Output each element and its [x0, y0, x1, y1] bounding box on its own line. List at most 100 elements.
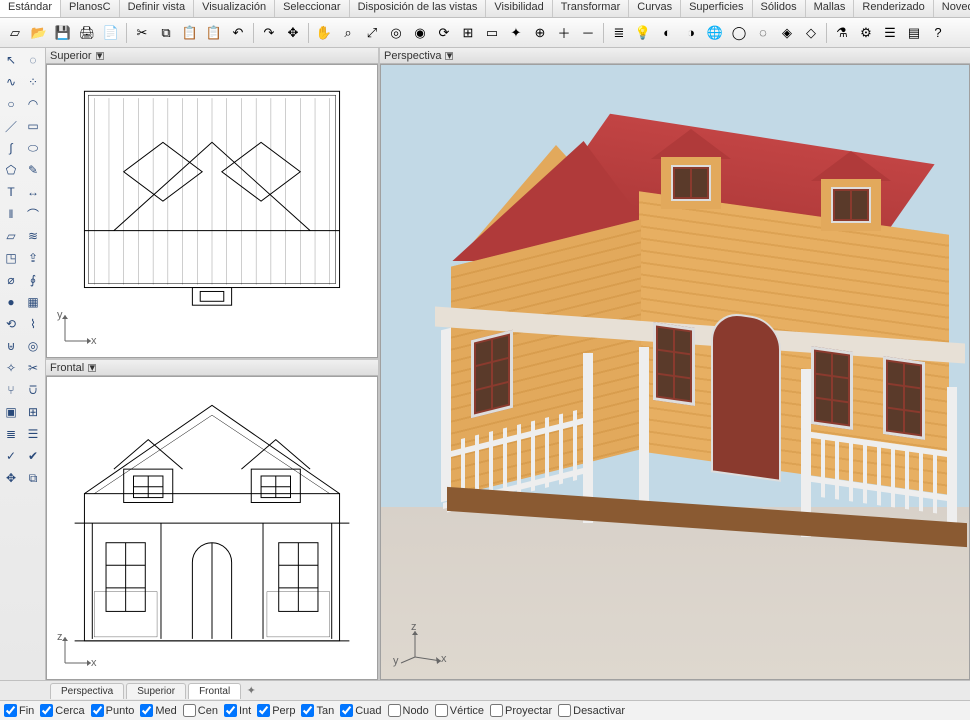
- ellipse-tool[interactable]: ⬭: [23, 138, 43, 158]
- layer-icon[interactable]: ≣: [608, 22, 630, 44]
- osnap-nodo[interactable]: Nodo: [388, 704, 429, 717]
- osnap-punto-checkbox[interactable]: [91, 704, 104, 717]
- category-tab-superficies[interactable]: Superficies: [681, 0, 752, 17]
- lasso-tool[interactable]: ◌: [23, 50, 43, 70]
- viewport-top-title[interactable]: Superior ▾: [46, 48, 378, 64]
- fillet-tool[interactable]: ⌒: [23, 204, 43, 224]
- osnap-punto[interactable]: Punto: [91, 704, 135, 717]
- category-tab-novedades-v5[interactable]: Novedades V5: [934, 0, 970, 17]
- plane-icon[interactable]: ▭: [481, 22, 503, 44]
- show-icon[interactable]: ◇: [800, 22, 822, 44]
- sweep-tool[interactable]: ∮: [23, 270, 43, 290]
- copy-icon[interactable]: ⧉: [155, 22, 177, 44]
- zoom-extents-icon[interactable]: ⤢: [361, 22, 383, 44]
- move-tool-tool[interactable]: ✥: [1, 468, 21, 488]
- open-icon[interactable]: 📂: [28, 22, 50, 44]
- paste-icon[interactable]: 📋: [179, 22, 201, 44]
- trim-tool[interactable]: ✂: [23, 358, 43, 378]
- circle-tool[interactable]: ○: [1, 94, 21, 114]
- redo-icon[interactable]: ↷: [258, 22, 280, 44]
- viewport-tab-superior[interactable]: Superior: [126, 683, 186, 699]
- pipe-tool[interactable]: ⌇: [23, 314, 43, 334]
- filter-icon[interactable]: ⚗: [831, 22, 853, 44]
- viewport-perspective-title[interactable]: Perspectiva ▾: [380, 48, 970, 64]
- explode-tool[interactable]: ✧: [1, 358, 21, 378]
- zoom-dynamic-icon[interactable]: ◎: [385, 22, 407, 44]
- category-tab-disposición-de-las-vistas[interactable]: Disposición de las vistas: [350, 0, 487, 17]
- arc-tool[interactable]: ◠: [23, 94, 43, 114]
- curve-tool[interactable]: ∫: [1, 138, 21, 158]
- compass-icon[interactable]: ✦: [505, 22, 527, 44]
- osnap-perp[interactable]: Perp: [257, 704, 295, 717]
- osnap-desactivar[interactable]: Desactivar: [558, 704, 625, 717]
- osnap-fin[interactable]: Fin: [4, 704, 34, 717]
- surface-tool[interactable]: ▱: [1, 226, 21, 246]
- polyline-tool[interactable]: ∿: [1, 72, 21, 92]
- osnap-int[interactable]: Int: [224, 704, 251, 717]
- category-tab-seleccionar[interactable]: Seleccionar: [275, 0, 349, 17]
- osnap-proyectar-checkbox[interactable]: [490, 704, 503, 717]
- zoom-target-icon[interactable]: ⊕: [529, 22, 551, 44]
- analyze-tool[interactable]: ✓: [1, 446, 21, 466]
- category-tab-planosc[interactable]: PlanosC: [61, 0, 120, 17]
- category-tab-transformar[interactable]: Transformar: [553, 0, 630, 17]
- layer-tool-tool[interactable]: ≣: [1, 424, 21, 444]
- osnap-med[interactable]: Med: [140, 704, 176, 717]
- pointer-tool[interactable]: ↖: [1, 50, 21, 70]
- array-tool[interactable]: ⊞: [23, 402, 43, 422]
- line-tool[interactable]: ／: [1, 116, 21, 136]
- category-tab-renderizado[interactable]: Renderizado: [854, 0, 933, 17]
- osnap-med-checkbox[interactable]: [140, 704, 153, 717]
- paste-special-icon[interactable]: 📋: [203, 22, 225, 44]
- category-tab-mallas[interactable]: Mallas: [806, 0, 855, 17]
- properties-tool[interactable]: ☰: [23, 424, 43, 444]
- move-icon[interactable]: ✥: [282, 22, 304, 44]
- globe-wire-icon[interactable]: ◯: [728, 22, 750, 44]
- boolean-tool[interactable]: ⊎: [1, 336, 21, 356]
- category-tab-sólidos[interactable]: Sólidos: [753, 0, 806, 17]
- osnap-cerca-checkbox[interactable]: [40, 704, 53, 717]
- print-icon[interactable]: 🖨: [76, 22, 98, 44]
- rotate-view-icon[interactable]: ⟳: [433, 22, 455, 44]
- add-viewport-tab[interactable]: ✦: [243, 684, 259, 697]
- light-icon[interactable]: 💡: [632, 22, 654, 44]
- help-icon[interactable]: ?: [927, 22, 949, 44]
- polygon-tool[interactable]: ⬠: [1, 160, 21, 180]
- osnap-vértice[interactable]: Vértice: [435, 704, 484, 717]
- osnap-tan-checkbox[interactable]: [301, 704, 314, 717]
- zoom-window-icon[interactable]: ⌕: [337, 22, 359, 44]
- globe-shade-icon[interactable]: 🌐: [704, 22, 726, 44]
- globe-ghost-icon[interactable]: ◌: [752, 22, 774, 44]
- zoom-out-icon[interactable]: －: [577, 22, 599, 44]
- osnap-cuad[interactable]: Cuad: [340, 704, 381, 717]
- dimension-tool[interactable]: ↔: [23, 182, 43, 202]
- save-icon[interactable]: 💾: [52, 22, 74, 44]
- render-icon[interactable]: ◐: [656, 22, 678, 44]
- osnap-cerca[interactable]: Cerca: [40, 704, 84, 717]
- viewport-perspective-canvas[interactable]: x z y: [380, 64, 970, 680]
- layers-panel-icon[interactable]: ▤: [903, 22, 925, 44]
- rectangle-tool[interactable]: ▭: [23, 116, 43, 136]
- cut-icon[interactable]: ✂: [131, 22, 153, 44]
- shade-toggle-icon[interactable]: ◑: [680, 22, 702, 44]
- osnap-cen[interactable]: Cen: [183, 704, 218, 717]
- check-tool[interactable]: ✔: [23, 446, 43, 466]
- extrude-tool[interactable]: ⇪: [23, 248, 43, 268]
- osnap-vértice-checkbox[interactable]: [435, 704, 448, 717]
- osnap-fin-checkbox[interactable]: [4, 704, 17, 717]
- cylinder-tool[interactable]: ⌀: [1, 270, 21, 290]
- undo-icon[interactable]: ↶: [227, 22, 249, 44]
- osnap-perp-checkbox[interactable]: [257, 704, 270, 717]
- category-tab-definir-vista[interactable]: Definir vista: [120, 0, 194, 17]
- osnap-proyectar[interactable]: Proyectar: [490, 704, 552, 717]
- viewport-tab-perspectiva[interactable]: Perspectiva: [50, 683, 124, 699]
- sketch-tool[interactable]: ✎: [23, 160, 43, 180]
- category-tab-visualización[interactable]: Visualización: [194, 0, 275, 17]
- offset-tool[interactable]: ‖: [1, 204, 21, 224]
- osnap-desactivar-checkbox[interactable]: [558, 704, 571, 717]
- category-tab-curvas[interactable]: Curvas: [629, 0, 681, 17]
- text-tool[interactable]: T: [1, 182, 21, 202]
- revolve-tool[interactable]: ⟲: [1, 314, 21, 334]
- new-icon[interactable]: ▱: [4, 22, 26, 44]
- join-tool[interactable]: ⩂: [23, 380, 43, 400]
